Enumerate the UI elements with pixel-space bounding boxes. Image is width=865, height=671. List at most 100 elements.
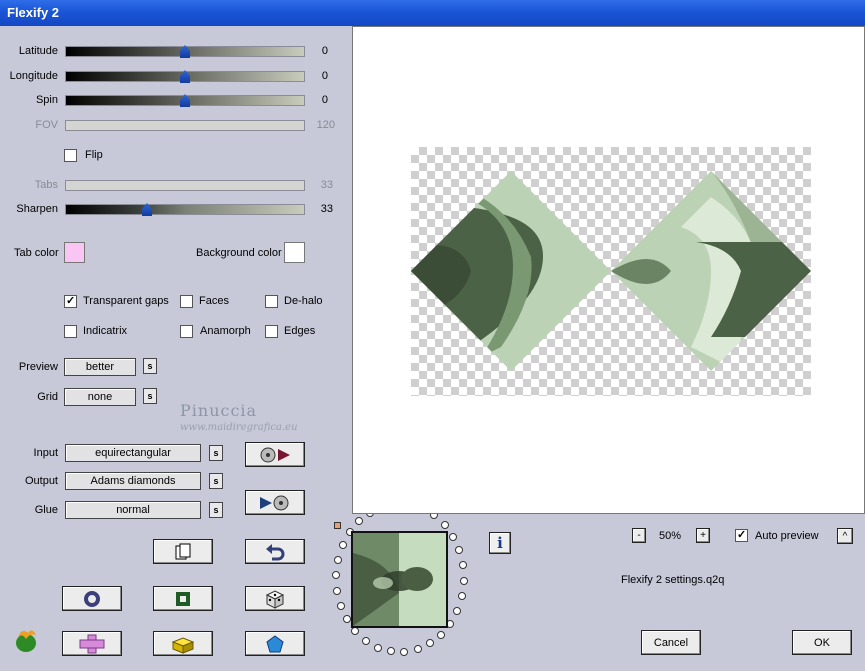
navigator-ring-dot[interactable] <box>374 643 383 652</box>
output-s-button[interactable]: s <box>209 473 223 489</box>
navigator-ring-dot[interactable] <box>333 556 342 565</box>
input-label: Input <box>33 447 58 459</box>
longitude-slider[interactable] <box>65 70 305 83</box>
zoom-out-button[interactable]: - <box>632 528 646 543</box>
navigator-ring-dot[interactable] <box>338 541 347 550</box>
fov-value: 120 <box>316 119 335 131</box>
glue-s-button[interactable]: s <box>209 502 223 518</box>
navigator-ring-dot[interactable] <box>387 647 396 656</box>
navigator-ring-dot[interactable] <box>342 615 351 624</box>
output-projection-select[interactable]: Adams diamonds <box>65 472 201 490</box>
plugin-yellow-button[interactable] <box>153 631 213 656</box>
transparent-gaps-checkbox[interactable] <box>64 294 77 308</box>
ok-button[interactable]: OK <box>792 630 852 655</box>
copy-button[interactable] <box>153 539 213 564</box>
navigator-ring-dot[interactable] <box>437 630 446 639</box>
preview-quality-select[interactable]: better <box>64 358 136 376</box>
spin-thumb[interactable] <box>180 94 190 107</box>
collapse-toggle-button[interactable]: ^ <box>837 528 853 544</box>
glue-label: Glue <box>34 504 58 516</box>
longitude-thumb[interactable] <box>180 70 190 83</box>
cancel-button[interactable]: Cancel <box>641 630 701 655</box>
sharpen-thumb[interactable] <box>142 203 152 216</box>
indicatrix-checkbox[interactable] <box>64 325 77 338</box>
info-button[interactable]: i <box>489 532 511 554</box>
faces-checkbox[interactable] <box>180 295 193 308</box>
sharpen-label: Sharpen <box>16 203 58 215</box>
spin-value: 0 <box>321 94 328 106</box>
anamorph-checkbox[interactable] <box>180 325 193 338</box>
undo-icon <box>266 543 285 560</box>
grid-select[interactable]: none <box>64 388 136 406</box>
navigator-ring-dot[interactable] <box>458 591 467 600</box>
navigator-ring-dot[interactable] <box>449 532 458 541</box>
dialog-body: Latitude 0 Longitude 0 Spin 0 FOV 120 Fl… <box>0 26 865 671</box>
latitude-slider[interactable] <box>65 45 305 58</box>
sharpen-value: 33 <box>320 203 333 215</box>
tab-color-label: Tab color <box>14 247 59 259</box>
info-icon: i <box>497 534 503 552</box>
blue-pentagon-icon <box>266 634 284 652</box>
spin-label: Spin <box>35 94 58 106</box>
watermark-name: Pinuccia <box>180 401 258 420</box>
fov-label: FOV <box>35 119 58 131</box>
longitude-label: Longitude <box>9 70 58 82</box>
preview-quality-s-button[interactable]: s <box>143 358 157 374</box>
latitude-label: Latitude <box>18 45 58 57</box>
auto-preview-checkbox[interactable] <box>735 528 748 542</box>
tabs-label: Tabs <box>34 179 58 191</box>
indicatrix-label: Indicatrix <box>83 325 128 337</box>
flip-checkbox[interactable] <box>64 149 77 162</box>
input-projection-select[interactable]: equirectangular <box>65 444 201 462</box>
navigator-ring-dot[interactable] <box>425 639 434 648</box>
navigator-ring-dot[interactable] <box>459 561 468 570</box>
spin-slider[interactable] <box>65 94 305 107</box>
navigator-ring-dot[interactable] <box>413 645 422 654</box>
navigator-ring-dot[interactable] <box>455 546 464 555</box>
background-color-swatch[interactable] <box>284 242 305 263</box>
adams-diamonds-render <box>411 171 811 371</box>
navigator-ring-dot[interactable] <box>354 517 363 526</box>
navigator-ring-dot[interactable] <box>400 647 409 656</box>
zoom-in-button[interactable]: + <box>696 528 710 543</box>
glue-select[interactable]: normal <box>65 501 201 519</box>
tab-color-swatch[interactable] <box>64 242 85 263</box>
settings-filename: Flexify 2 settings.q2q <box>621 574 725 586</box>
navigator-thumbnail[interactable] <box>351 531 448 628</box>
latitude-thumb[interactable] <box>180 45 190 58</box>
sharpen-slider[interactable] <box>65 203 305 216</box>
navigator-ring-dot[interactable] <box>336 601 345 610</box>
navigator-ring-dot[interactable] <box>453 606 462 615</box>
undo-button[interactable] <box>245 539 305 564</box>
dice-icon <box>265 589 285 609</box>
navigator-ring-dot[interactable] <box>440 520 449 529</box>
de-halo-checkbox[interactable] <box>265 295 278 308</box>
navigator-ring-dot[interactable] <box>332 571 341 580</box>
navigator-handle[interactable] <box>334 522 341 529</box>
auto-preview-label: Auto preview <box>755 530 819 542</box>
faces-label: Faces <box>199 295 229 307</box>
yellow-block-icon <box>171 636 195 654</box>
grid-s-button[interactable]: s <box>143 388 157 404</box>
plugin-blue-button[interactable] <box>245 631 305 656</box>
edges-checkbox[interactable] <box>265 325 278 338</box>
input-s-button[interactable]: s <box>209 445 223 461</box>
longitude-value: 0 <box>321 70 328 82</box>
de-halo-label: De-halo <box>284 295 323 307</box>
square-shape-button[interactable] <box>153 586 213 611</box>
navigator-ring-dot[interactable] <box>362 636 371 645</box>
grid-label: Grid <box>37 391 58 403</box>
load-input-button[interactable] <box>245 442 305 467</box>
save-output-button[interactable] <box>245 490 305 515</box>
preview-canvas[interactable] <box>352 26 865 514</box>
plugin-pink-button[interactable] <box>62 631 122 656</box>
output-label: Output <box>24 475 58 487</box>
randomize-button[interactable] <box>245 586 305 611</box>
transparent-gaps-label: Transparent gaps <box>83 295 169 307</box>
arrow-disc-icon <box>260 495 289 510</box>
navigator-ring-dot[interactable] <box>332 586 341 595</box>
watermark-url: www.maidiregrafica.eu <box>180 422 298 433</box>
green-square-icon <box>176 591 190 606</box>
navigator-ring-dot[interactable] <box>459 576 468 585</box>
circle-shape-button[interactable] <box>62 586 122 611</box>
